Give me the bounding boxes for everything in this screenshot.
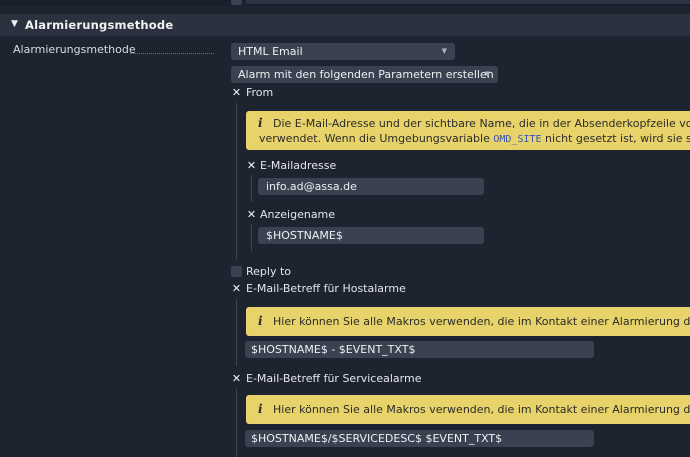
chevron-down-icon: ▼ bbox=[441, 47, 447, 55]
display-name-label: Anzeigename bbox=[260, 208, 336, 221]
label-dots bbox=[130, 43, 214, 54]
from-info-box: i Die E-Mail-Adresse und der sichtbare N… bbox=[246, 111, 690, 150]
host-subject-value: $HOSTNAME$ - $EVENT_TXT$ bbox=[251, 343, 416, 356]
section-header[interactable]: ▼ Alarmierungsmethode bbox=[0, 14, 690, 36]
from-checkbox[interactable]: ✕ bbox=[231, 87, 242, 98]
from-label: From bbox=[246, 86, 274, 99]
info-icon: i bbox=[258, 314, 263, 328]
host-subject-field[interactable]: $HOSTNAME$ - $EVENT_TXT$ bbox=[245, 341, 594, 358]
top-field-edge bbox=[246, 0, 690, 4]
host-subject-info-box: i Hier können Sie alle Makros verwenden,… bbox=[246, 307, 690, 336]
top-checkbox[interactable] bbox=[231, 0, 242, 5]
service-subject-checkbox[interactable]: ✕ bbox=[231, 373, 242, 384]
service-subject-value: $HOSTNAME$/$SERVICEDESC$ $EVENT_TXT$ bbox=[251, 432, 503, 445]
info-icon: i bbox=[258, 402, 263, 416]
service-subject-info-box: i Hier können Sie alle Makros verwenden,… bbox=[246, 395, 690, 424]
mode-select-value: Alarm mit den folgenden Parametern erste… bbox=[238, 68, 494, 81]
display-name-value: $HOSTNAME$ bbox=[266, 229, 343, 242]
email-field-value: info.ad@assa.de bbox=[266, 180, 357, 193]
display-name-checkbox[interactable]: ✕ bbox=[246, 209, 257, 220]
omd-site-code: OMD_SITE bbox=[493, 134, 542, 145]
triangle-down-icon[interactable]: ▼ bbox=[11, 19, 18, 29]
email-label: E-Mailadresse bbox=[260, 159, 337, 172]
mode-select[interactable]: Alarm mit den folgenden Parametern erste… bbox=[231, 66, 498, 83]
plugin-select[interactable]: HTML Email ▼ bbox=[231, 43, 455, 60]
host-subject-label: E-Mail-Betreff für Hostalarme bbox=[246, 282, 406, 295]
reply-to-label: Reply to bbox=[246, 265, 292, 278]
host-subject-info-text: Hier können Sie alle Makros verwenden, d… bbox=[273, 315, 690, 328]
from-indent-line bbox=[236, 103, 237, 260]
service-subject-indent-line bbox=[236, 389, 237, 457]
email-indent-line bbox=[251, 175, 252, 202]
method-label: Alarmierungsmethode bbox=[13, 43, 136, 56]
section-title: Alarmierungsmethode bbox=[25, 18, 174, 32]
service-subject-label: E-Mail-Betreff für Servicealarme bbox=[246, 372, 422, 385]
email-checkbox[interactable]: ✕ bbox=[246, 160, 257, 171]
host-subject-checkbox[interactable]: ✕ bbox=[231, 283, 242, 294]
reply-to-checkbox[interactable] bbox=[231, 266, 242, 277]
host-subject-indent-line bbox=[236, 299, 237, 366]
info-icon: i bbox=[258, 116, 263, 130]
display-name-field[interactable]: $HOSTNAME$ bbox=[258, 227, 484, 244]
email-field[interactable]: info.ad@assa.de bbox=[258, 178, 484, 195]
plugin-select-value: HTML Email bbox=[238, 45, 303, 58]
from-info-line1: Die E-Mail-Adresse und der sichtbare Nam… bbox=[273, 117, 690, 130]
chevron-down-icon: ▼ bbox=[484, 70, 490, 78]
service-subject-field[interactable]: $HOSTNAME$/$SERVICEDESC$ $EVENT_TXT$ bbox=[245, 430, 594, 447]
from-info-line2: verwendet. Wenn die Umgebungsvariable OM… bbox=[259, 132, 690, 145]
service-subject-info-text: Hier können Sie alle Makros verwenden, d… bbox=[273, 403, 690, 416]
display-name-indent-line bbox=[251, 224, 252, 251]
